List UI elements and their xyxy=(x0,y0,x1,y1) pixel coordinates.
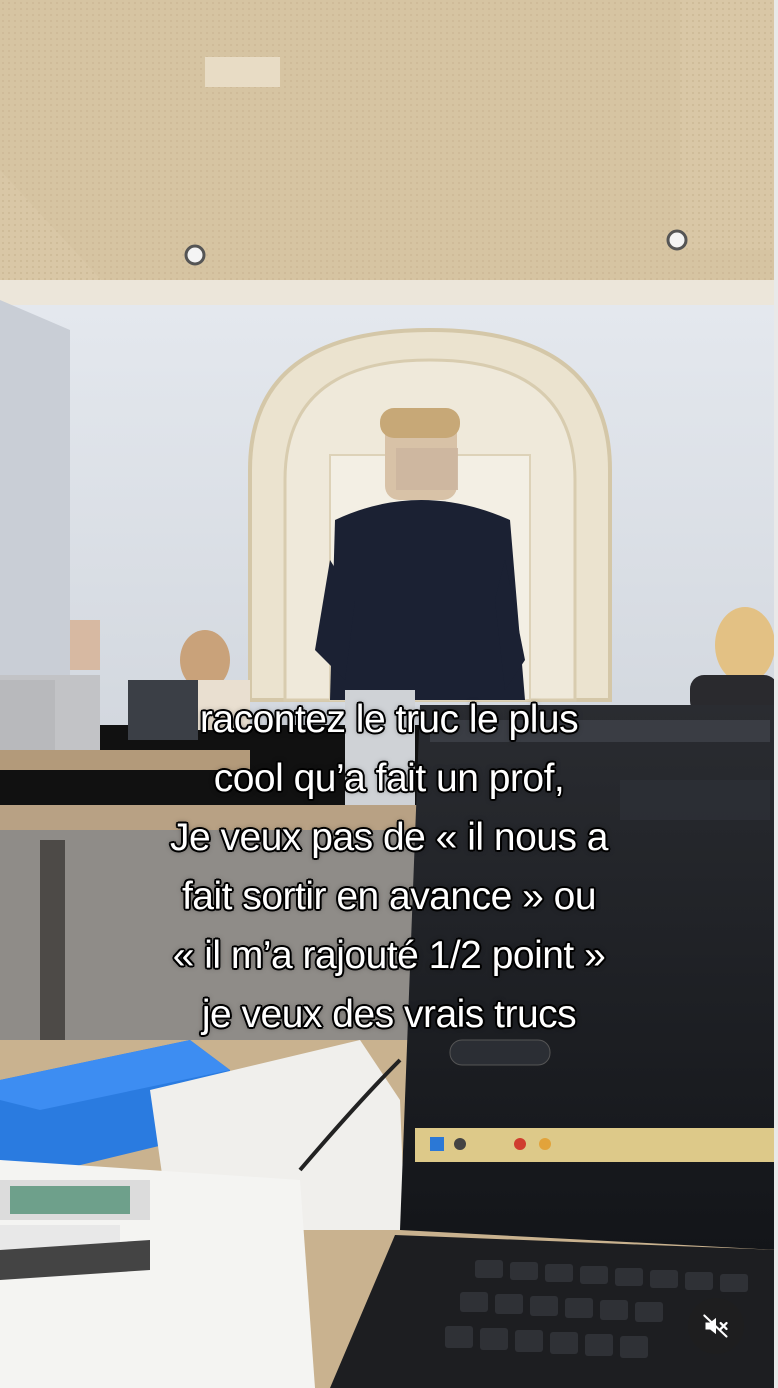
caption-line: « il m’a rajouté 1/2 point » xyxy=(172,933,606,977)
caption-line: cool qu’a fait un prof, xyxy=(213,756,565,800)
speaker-muted-icon xyxy=(703,1314,728,1338)
caption-line: racontez le truc le plus xyxy=(199,697,579,741)
video-player[interactable]: racontez le truc le plus cool qu’a fait … xyxy=(0,0,778,1388)
caption-line: fait sortir en avance » ou xyxy=(181,874,597,918)
video-caption: racontez le truc le plus cool qu’a fait … xyxy=(60,690,718,1044)
ceiling-light xyxy=(184,244,206,266)
caption-line: je veux des vrais trucs xyxy=(201,992,577,1036)
ceiling-light xyxy=(666,229,688,251)
laptop-taskbar xyxy=(415,1128,778,1162)
face-blur xyxy=(396,448,458,490)
frame-border xyxy=(774,0,778,1388)
caption-line: Je veux pas de « il nous a xyxy=(169,815,609,859)
unmute-button[interactable] xyxy=(688,1298,744,1354)
